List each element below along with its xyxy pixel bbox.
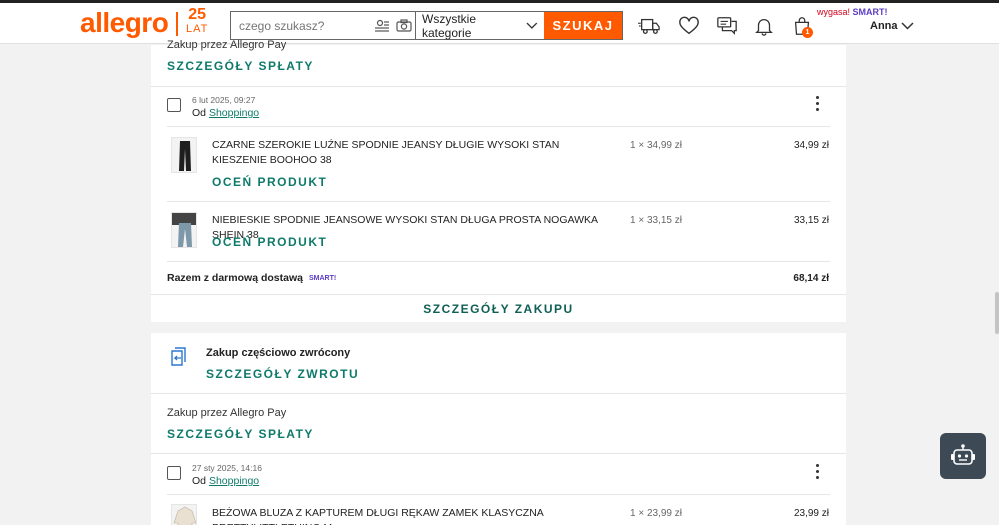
robot-icon [951, 444, 975, 465]
order-details-button[interactable]: SZCZEGÓŁY ZAKUPU [151, 302, 846, 316]
order-card: Zakup częściowo zwrócony SZCZEGÓŁY ZWROT… [151, 333, 846, 525]
filter-list-icon[interactable] [371, 12, 393, 39]
divider [167, 201, 830, 202]
messages-icon[interactable] [716, 15, 738, 37]
allegro-logo[interactable]: allegro [80, 7, 169, 39]
divider [151, 393, 846, 394]
payment-method-text: Zakup przez Allegro Pay [167, 407, 287, 419]
search-bar: Wszystkie kategorie SZUKAJ [230, 11, 623, 40]
product-quantity-price: 1 × 33,15 zł [630, 215, 682, 226]
page-scrollbar[interactable] [995, 292, 999, 334]
smart-mini-badge: SMART! [308, 274, 337, 282]
divider [151, 294, 846, 295]
smart-expired-note[interactable]: wygasa! SMART! [817, 7, 888, 17]
product-thumbnail[interactable] [171, 137, 197, 173]
expired-text: wygasa! [817, 7, 851, 17]
product-thumbnail[interactable] [171, 504, 197, 525]
seller-line: Od Shoppingo [192, 107, 259, 119]
seller-link[interactable]: Shoppingo [209, 475, 259, 487]
more-options-icon[interactable] [816, 464, 820, 482]
total-label: Razem z darmową dostawą SMART! [167, 272, 336, 284]
product-price: 33,15 zł [793, 215, 829, 226]
search-input[interactable] [231, 12, 371, 39]
product-name[interactable]: BEŻOWA BLUZA Z KAPTUREM DŁUGI RĘKAW ZAME… [212, 506, 617, 525]
product-quantity-price: 1 × 23,99 zł [630, 508, 682, 519]
repayment-details-link[interactable]: SZCZEGÓŁY SPŁATY [167, 59, 314, 73]
order-date: 6 lut 2025, 09:27 [192, 95, 256, 105]
bell-icon[interactable] [753, 15, 775, 37]
order-checkbox[interactable] [167, 98, 181, 112]
seller-line: Od Shoppingo [192, 475, 259, 487]
category-select[interactable]: Wszystkie kategorie [416, 11, 544, 40]
anniversary-number: 25 [188, 6, 207, 23]
heart-icon[interactable] [678, 15, 700, 37]
return-package-icon [171, 347, 186, 366]
anniversary-badge: 25 LAT [186, 6, 209, 36]
product-price: 23,99 zł [793, 508, 829, 519]
smart-label: SMART! [852, 7, 888, 17]
product-price: 34,99 zł [793, 140, 829, 151]
return-status: Zakup częściowo zwrócony [206, 347, 351, 359]
payment-method-text: Zakup przez Allegro Pay [167, 39, 287, 51]
logo-separator [176, 12, 178, 36]
repayment-details-link[interactable]: SZCZEGÓŁY SPŁATY [167, 427, 314, 441]
divider [167, 494, 830, 495]
user-name[interactable]: Anna [870, 20, 898, 32]
chevron-down-icon [526, 22, 538, 29]
anniversary-text: LAT [186, 23, 209, 35]
total-label-text: Razem z darmową dostawą [167, 272, 303, 284]
divider [151, 453, 846, 454]
divider [151, 86, 846, 87]
camera-icon[interactable] [393, 12, 415, 39]
chevron-down-icon[interactable] [901, 22, 914, 30]
category-label: Wszystkie kategorie [422, 11, 476, 40]
order-total: 68,14 zł [793, 273, 829, 284]
product-thumbnail[interactable] [171, 212, 197, 248]
divider [167, 261, 830, 262]
order-card: Zakup przez Allegro Pay SZCZEGÓŁY SPŁATY… [151, 39, 846, 322]
product-name[interactable]: CZARNE SZEROKIE LUŹNE SPODNIE JEANSY DŁU… [212, 138, 617, 168]
chat-assistant-button[interactable] [940, 433, 986, 479]
from-prefix: Od [192, 475, 207, 487]
delivery-truck-icon[interactable] [638, 15, 660, 37]
cart-count-badge: 1 [802, 27, 813, 38]
top-header: allegro 25 LAT Wszystkie kategorie SZUKA… [0, 0, 999, 44]
search-button[interactable]: SZUKAJ [544, 12, 622, 39]
product-quantity-price: 1 × 34,99 zł [630, 140, 682, 151]
rate-product-button[interactable]: OCEŃ PRODUKT [212, 175, 327, 189]
order-checkbox[interactable] [167, 466, 181, 480]
order-date: 27 sty 2025, 14:16 [192, 463, 262, 473]
rate-product-button[interactable]: OCEŃ PRODUKT [212, 235, 327, 249]
return-details-link[interactable]: SZCZEGÓŁY ZWROTU [206, 367, 359, 381]
seller-link[interactable]: Shoppingo [209, 107, 259, 119]
from-prefix: Od [192, 107, 207, 119]
more-options-icon[interactable] [816, 96, 820, 114]
divider [167, 126, 830, 127]
